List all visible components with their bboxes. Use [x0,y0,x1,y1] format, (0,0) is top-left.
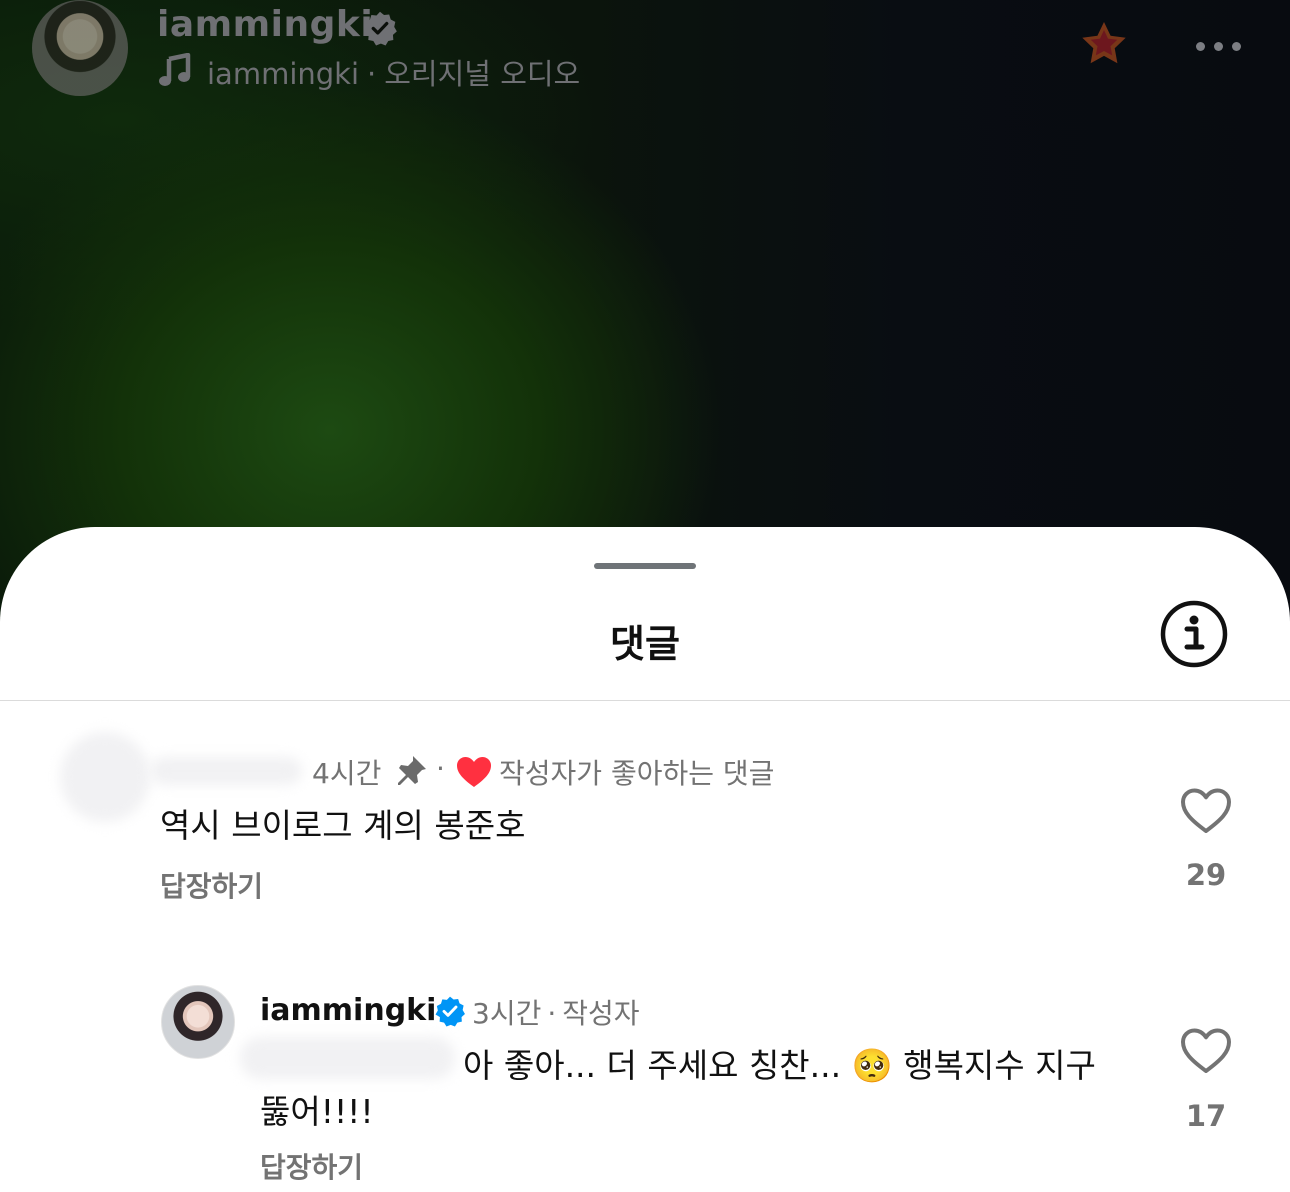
heart-outline-icon[interactable] [1180,787,1232,835]
like-count: 29 [1185,858,1227,892]
reel-header: iammingki iammingki · 오리지널 오디오 [0,0,1290,110]
comment-time: 4시간 [312,757,382,790]
audio-owner: iammingki [207,57,360,91]
comment-text: 역시 브이로그 계의 봉준호 [160,806,526,845]
profile-username[interactable]: iammingki [157,4,373,45]
comment-meta-separator: · [547,997,557,1030]
sheet-drag-handle[interactable] [594,563,696,569]
verified-badge-icon [435,996,465,1027]
commenter-username-redacted [150,757,302,785]
audio-separator: · [367,57,377,91]
author-label: 작성자 [562,997,640,1030]
info-icon[interactable] [1160,600,1228,668]
star-icon[interactable] [1080,20,1128,68]
like-count: 17 [1185,1099,1227,1133]
sheet-divider [0,700,1290,701]
comment-meta-separator: · [436,752,445,785]
verified-badge-icon [363,11,397,46]
author-username[interactable]: iammingki [260,993,436,1028]
comment-text-line2: 뚫어!!!! [260,1092,374,1131]
heart-outline-icon[interactable] [1180,1027,1232,1075]
heart-filled-icon [457,757,491,787]
audio-label: 오리지널 오디오 [384,57,581,91]
comment-text-line1: 아 좋아... 더 주세요 칭찬... 🥺 행복지수 지구 [463,1046,1096,1085]
commenter-avatar-redacted [60,732,150,822]
comment-time: 3시간 [472,997,542,1030]
music-note-icon [159,53,191,86]
reply-button[interactable]: 답장하기 [260,1146,363,1186]
reply-button[interactable]: 답장하기 [160,865,263,905]
comments-sheet: 댓글 4시간 · 작성자가 좋아하는 댓글 역시 브이로그 계의 봉준호 답장하… [0,527,1290,1192]
author-avatar[interactable] [161,985,235,1059]
audio-info[interactable]: iammingki · 오리지널 오디오 [207,51,580,93]
comment-meta: 3시간 · 작성자 [472,992,640,1032]
profile-avatar[interactable] [32,0,128,96]
comment-meta: 4시간 [312,752,381,792]
sheet-title: 댓글 [610,622,680,666]
creator-liked-label: 작성자가 좋아하는 댓글 [499,757,775,790]
more-icon[interactable] [1196,36,1252,51]
mention-redacted [240,1037,455,1079]
pin-icon [398,756,426,785]
